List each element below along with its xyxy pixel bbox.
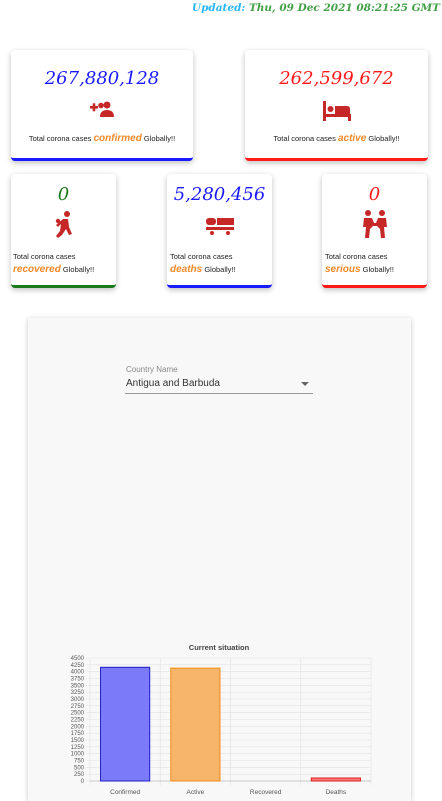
recovered-keyword: recovered bbox=[13, 264, 61, 275]
confirmed-caption: Total corona cases confirmed Globally!! bbox=[11, 132, 193, 145]
y-tick-label: 2500 bbox=[71, 711, 85, 717]
bar-confirmed[interactable] bbox=[100, 666, 151, 782]
y-tick-label: 2000 bbox=[71, 724, 85, 730]
deaths-count: 5,280,456 bbox=[173, 184, 266, 205]
recovered-suffix: Globally!! bbox=[62, 265, 95, 274]
serious-prefix: Total corona cases bbox=[325, 252, 388, 261]
serious-suffix: Globally!! bbox=[362, 265, 394, 274]
bar-deaths[interactable] bbox=[310, 777, 361, 782]
active-caption: Total corona cases active Globally!! bbox=[245, 132, 428, 145]
chart-panel: Country Name Antigua and Barbuda Current… bbox=[28, 318, 411, 801]
deaths-suffix: Globally!! bbox=[204, 265, 236, 274]
active-card: 262,599,672 Total corona cases active Gl… bbox=[245, 50, 428, 161]
deaths-caption: Total corona cases deaths Globally!! bbox=[170, 250, 270, 276]
y-tick-label: 3500 bbox=[71, 683, 85, 689]
situation-bar-chart: Current situation 0250500750100012501500… bbox=[71, 643, 372, 796]
y-tick-label: 2750 bbox=[71, 704, 85, 710]
updated-label: Updated: bbox=[191, 2, 246, 14]
active-suffix: Globally!! bbox=[368, 134, 400, 143]
confirmed-prefix: Total corona cases bbox=[28, 134, 92, 143]
x-tick-label: Deaths bbox=[326, 789, 347, 796]
recovered-prefix: Total corona cases bbox=[13, 252, 76, 261]
recovered-count: 0 bbox=[57, 184, 70, 205]
active-prefix: Total corona cases bbox=[273, 134, 336, 143]
updated-value: Thu, 09 Dec 2021 08:21:25 GMT bbox=[248, 2, 440, 14]
y-tick-label: 750 bbox=[74, 759, 85, 765]
y-tick-label: 1250 bbox=[71, 745, 85, 751]
y-tick-label: 1750 bbox=[71, 731, 85, 737]
confirmed-suffix: Globally!! bbox=[143, 134, 176, 143]
person-active-icon bbox=[55, 210, 73, 245]
y-tick-label: 4250 bbox=[71, 663, 85, 669]
x-tick-label: Confirmed bbox=[110, 789, 140, 796]
y-tick-label: 3000 bbox=[71, 697, 85, 703]
stretcher-icon bbox=[205, 218, 234, 241]
y-tick-label: 1000 bbox=[71, 752, 85, 758]
people-helping-icon bbox=[359, 209, 391, 244]
y-tick-label: 4000 bbox=[71, 670, 85, 676]
y-tick-label: 3750 bbox=[71, 677, 85, 683]
y-tick-label: 500 bbox=[74, 765, 85, 771]
active-keyword: active bbox=[337, 133, 367, 144]
deaths-prefix: Total corona cases bbox=[170, 252, 233, 261]
serious-card: 0 Total corona cases serious Globally!! bbox=[322, 174, 427, 288]
hospital-bed-icon bbox=[322, 101, 351, 126]
deaths-keyword: deaths bbox=[170, 264, 203, 275]
recovered-caption: Total corona cases recovered Globally!! bbox=[13, 250, 114, 276]
y-tick-label: 1500 bbox=[71, 738, 85, 744]
serious-count: 0 bbox=[368, 184, 381, 205]
serious-keyword: serious bbox=[325, 264, 361, 275]
serious-caption: Total corona cases serious Globally!! bbox=[325, 250, 425, 276]
add-people-icon bbox=[90, 99, 114, 124]
updated-timestamp: Updated: Thu, 09 Dec 2021 08:21:25 GMT bbox=[192, 2, 440, 14]
active-count: 262,599,672 bbox=[279, 68, 394, 89]
chart-title: Current situation bbox=[189, 643, 250, 652]
y-tick-label: 250 bbox=[74, 772, 85, 778]
y-tick-label: 0 bbox=[81, 779, 85, 785]
bar-active[interactable] bbox=[170, 667, 221, 782]
y-tick-label: 3250 bbox=[71, 690, 85, 696]
confirmed-keyword: confirmed bbox=[93, 133, 142, 144]
y-tick-label: 2250 bbox=[71, 718, 85, 724]
x-tick-label: Active bbox=[187, 789, 205, 796]
confirmed-card: 267,880,128 Total corona cases confirmed… bbox=[11, 50, 193, 161]
x-tick-label: Recovered bbox=[250, 789, 282, 796]
deaths-card: 5,280,456 Total corona cases deaths Glob… bbox=[167, 174, 272, 288]
recovered-card: 0 Total corona cases recovered Globally!… bbox=[11, 174, 116, 288]
y-tick-label: 4500 bbox=[71, 656, 85, 662]
confirmed-count: 267,880,128 bbox=[44, 68, 160, 89]
